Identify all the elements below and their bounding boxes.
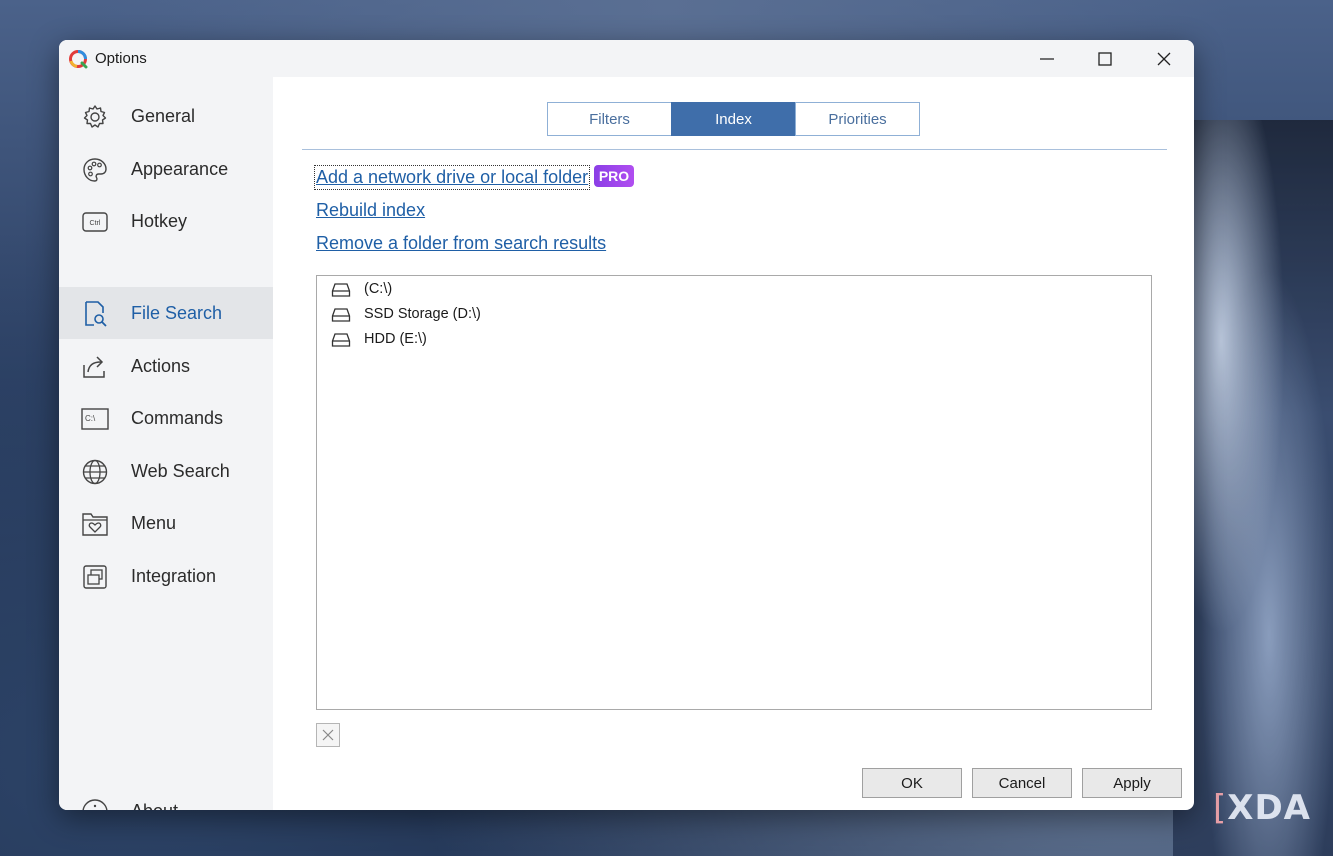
- apply-button[interactable]: Apply: [1082, 768, 1182, 798]
- sidebar-item-label: Menu: [131, 513, 177, 533]
- remove-folder-link[interactable]: Remove a folder from search results: [316, 233, 606, 254]
- sidebar-item-label: Appearance: [131, 159, 229, 179]
- sidebar-item-menu[interactable]: Menu: [59, 497, 273, 549]
- sidebar: General Appearance Ctrl Hotkey File Sear…: [59, 77, 273, 810]
- terminal-icon: C:\: [81, 408, 109, 430]
- globe-icon: [82, 459, 108, 485]
- hard-drive-icon: [331, 333, 351, 347]
- integration-icon: [83, 565, 107, 589]
- drive-label: SSD Storage (D:\): [364, 306, 481, 322]
- pro-badge: PRO: [594, 165, 634, 187]
- sidebar-item-label: File Search: [131, 303, 223, 323]
- svg-text:C:\: C:\: [85, 414, 96, 423]
- sidebar-item-commands[interactable]: C:\ Commands: [59, 392, 273, 444]
- maximize-button[interactable]: [1076, 40, 1134, 77]
- bracket-logo-icon: [: [1212, 788, 1228, 828]
- sidebar-item-label: General: [131, 106, 196, 126]
- wallpaper-rocky-shore: [1173, 120, 1333, 856]
- sidebar-item-web-search[interactable]: Web Search: [59, 445, 273, 497]
- heart-folder-icon: [82, 513, 108, 536]
- sidebar-item-general[interactable]: General: [59, 90, 273, 142]
- close-icon: [322, 729, 334, 741]
- share-arrow-icon: [83, 356, 105, 378]
- svg-text:Ctrl: Ctrl: [90, 220, 101, 227]
- tab-separator: [302, 149, 1167, 150]
- add-folder-link[interactable]: Add a network drive or local folder: [313, 165, 591, 190]
- gear-icon: [83, 105, 107, 128]
- tab-index[interactable]: Index: [671, 102, 796, 136]
- hard-drive-icon: [331, 308, 351, 322]
- sidebar-item-label: Actions: [131, 356, 191, 376]
- sidebar-item-label: About: [131, 801, 178, 810]
- drive-list[interactable]: (C:\) SSD Storage (D:\) HDD (E:\): [316, 275, 1152, 710]
- minimize-button[interactable]: [1018, 40, 1076, 77]
- palette-icon: [83, 158, 107, 182]
- sidebar-item-integration[interactable]: Integration: [59, 550, 273, 602]
- ok-button[interactable]: OK: [862, 768, 962, 798]
- sidebar-item-actions[interactable]: Actions: [59, 340, 273, 392]
- cancel-button[interactable]: Cancel: [972, 768, 1072, 798]
- sidebar-item-about[interactable]: About: [59, 785, 273, 810]
- watermark-text: XDA: [1227, 788, 1311, 828]
- info-icon: [82, 799, 108, 810]
- sidebar-item-appearance[interactable]: Appearance: [59, 143, 273, 195]
- tab-filters[interactable]: Filters: [547, 102, 672, 136]
- app-logo-icon: [69, 50, 88, 69]
- sidebar-item-label: Web Search: [131, 461, 230, 481]
- sidebar-item-label: Commands: [131, 408, 224, 428]
- close-button[interactable]: [1135, 40, 1193, 77]
- remove-drive-button[interactable]: [316, 723, 340, 747]
- maximize-icon: [1098, 52, 1112, 66]
- rebuild-index-link[interactable]: Rebuild index: [316, 200, 425, 221]
- title-bar[interactable]: Options: [59, 40, 1194, 77]
- tab-priorities[interactable]: Priorities: [795, 102, 920, 136]
- options-window: Options General Appearance Ctrl Hotkey F…: [59, 40, 1194, 810]
- sidebar-item-label: Integration: [131, 566, 217, 586]
- drive-label: (C:\): [364, 281, 393, 297]
- file-search-icon: [85, 301, 107, 327]
- hard-drive-icon: [331, 283, 351, 297]
- sidebar-item-hotkey[interactable]: Ctrl Hotkey: [59, 195, 273, 247]
- keyboard-ctrl-icon: Ctrl: [82, 212, 108, 232]
- close-icon: [1157, 52, 1171, 66]
- xda-watermark: [XDA: [1213, 788, 1311, 828]
- window-title: Options: [95, 50, 147, 67]
- sidebar-item-file-search[interactable]: File Search: [59, 287, 273, 339]
- sidebar-item-label: Hotkey: [131, 211, 188, 231]
- minimize-icon: [1040, 58, 1054, 60]
- drive-label: HDD (E:\): [364, 331, 427, 347]
